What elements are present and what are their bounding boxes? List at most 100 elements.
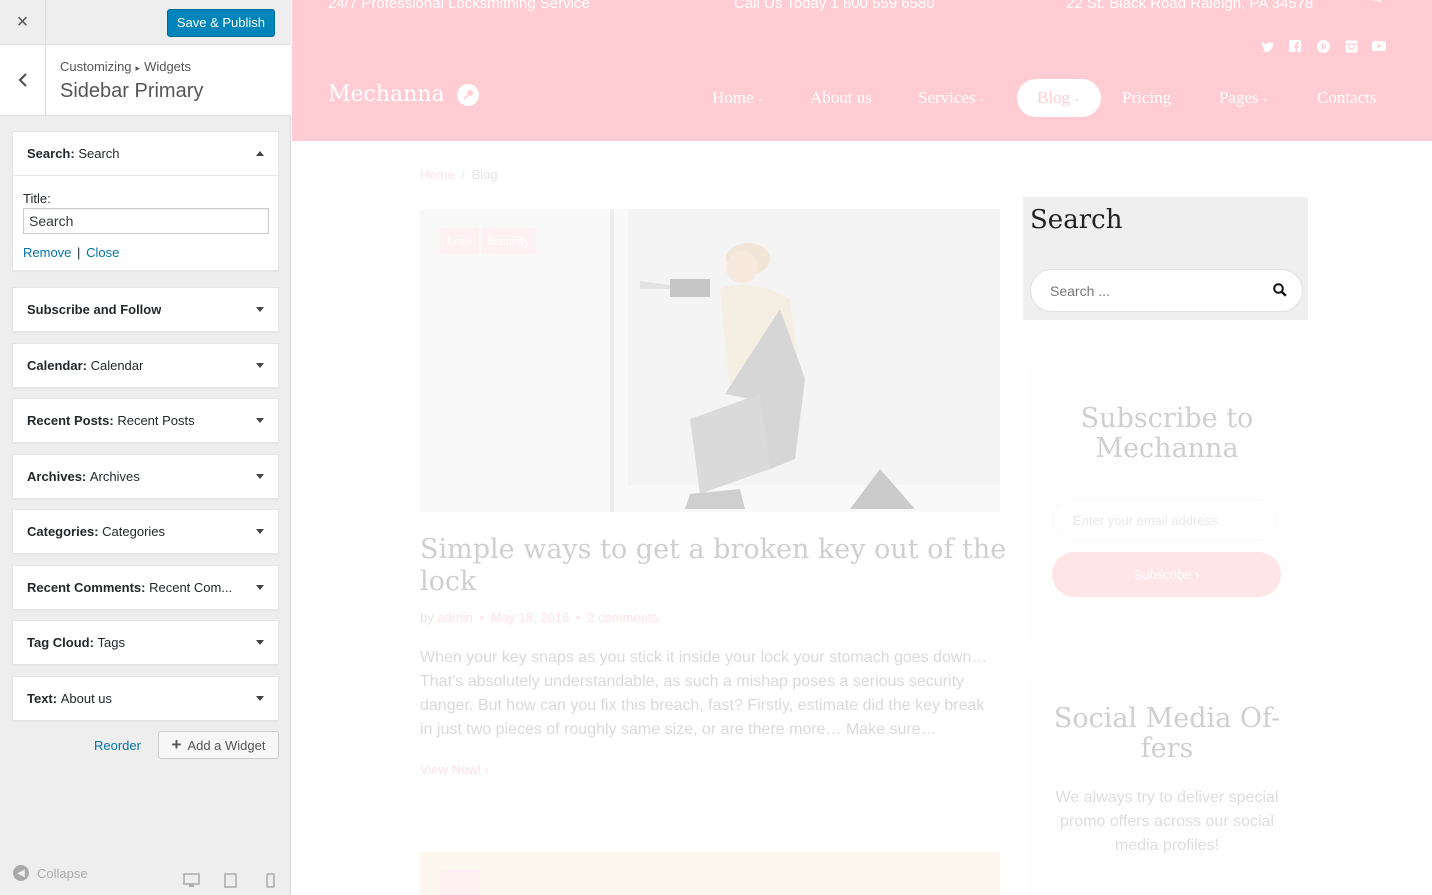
topbar-tagline: 24/7 Professional Locksmithing Service <box>328 0 590 12</box>
expand-arrow-icon[interactable] <box>256 640 264 645</box>
post-comments[interactable]: 2 comments <box>587 610 658 625</box>
main-nav: Home ⌄ About us Services ⌄ Blog ⌄ Pricing P… <box>292 79 1432 117</box>
nav-pricing[interactable]: Pricing <box>1122 79 1171 117</box>
customizer-panel: × Save & Publish Customizing ▸ Widgets Sid… <box>0 0 291 895</box>
subscribe-title: Subscribe to Mechanna <box>1080 403 1254 464</box>
widget-label: Archives: Archives <box>27 469 140 484</box>
nav-home[interactable]: Home ⌄ <box>712 79 764 117</box>
search-icon[interactable] <box>1273 283 1287 297</box>
add-widget-button[interactable]: + Add a Widget <box>158 731 279 759</box>
breadcrumb-separator: ▸ <box>135 63 141 73</box>
expand-arrow-icon[interactable] <box>256 418 264 423</box>
widget-form: Title: Remove | Close <box>13 175 278 270</box>
expand-arrow-icon[interactable] <box>256 696 264 701</box>
collapse-button[interactable]: ◀ Collapse <box>13 865 88 881</box>
chevron-left-icon <box>17 73 27 87</box>
post-author[interactable]: admin <box>437 610 472 625</box>
save-publish-button[interactable]: Save & Publish <box>166 9 275 37</box>
expand-arrow-icon[interactable] <box>256 529 264 534</box>
tag-security[interactable]: Security <box>480 228 537 254</box>
widget-subscribe[interactable]: Subscribe and Follow <box>12 287 279 332</box>
expand-arrow-icon[interactable] <box>256 585 264 590</box>
expand-arrow-icon[interactable] <box>256 474 264 479</box>
close-customizer-button[interactable]: × <box>0 0 46 44</box>
locksmith-illustration <box>640 243 915 509</box>
instagram-icon[interactable] <box>1344 39 1358 53</box>
page-breadcrumb: Home / Blog <box>420 167 498 182</box>
pinterest-icon[interactable] <box>1316 39 1330 53</box>
widget-name: Search <box>78 146 120 161</box>
customizer-footer: ◀ Collapse <box>0 855 291 895</box>
next-post-image[interactable] <box>420 852 1000 895</box>
post-meta: by admin • May 18, 2016 • 2 comments <box>420 610 658 625</box>
customizer-header: × Save & Publish <box>0 0 291 45</box>
subscribe-widget: Subscribe to Mechanna Enter your email a… <box>1027 362 1307 642</box>
post-featured-image[interactable] <box>420 209 1000 512</box>
plus-icon: + <box>171 735 182 754</box>
widget-archives[interactable]: Archives: Archives <box>12 454 279 499</box>
widget-recent-posts[interactable]: Recent Posts: Recent Posts <box>12 398 279 443</box>
facebook-icon[interactable] <box>1288 39 1302 53</box>
nav-services[interactable]: Services ⌄ <box>918 79 986 117</box>
widget-calendar[interactable]: Calendar: Calendar <box>12 343 279 388</box>
post-title[interactable]: Simple ways to get a broken key out of t… <box>420 534 1010 598</box>
search-widget-preview: Search Search ... <box>1023 197 1308 320</box>
topbar-phone: Call Us Today 1 800 559 6580 <box>734 0 935 12</box>
back-button[interactable] <box>0 45 46 115</box>
email-input[interactable]: Enter your email address <box>1052 499 1277 541</box>
breadcrumb-current: Blog <box>471 167 498 182</box>
widget-recent-comments[interactable]: Recent Comments: Recent Com... <box>12 565 279 610</box>
widget-text[interactable]: Text: About us <box>12 676 279 721</box>
widget-header[interactable]: Search: Search <box>13 132 278 175</box>
tag-lock[interactable]: Lock <box>440 228 479 254</box>
close-link[interactable]: Close <box>86 245 119 260</box>
action-separator: | <box>77 245 81 260</box>
topbar-address: 22 St. Black Road Raleigh, PA 34578 <box>1066 0 1314 12</box>
tablet-icon[interactable] <box>224 873 237 888</box>
nav-about[interactable]: About us <box>810 79 872 117</box>
search-icon[interactable] <box>1370 0 1382 4</box>
search-widget-title: Search <box>1030 205 1123 235</box>
social-offers-text: We always try to deliver special promo o… <box>1055 789 1279 854</box>
breadcrumb-root: Customizing <box>60 59 132 74</box>
mobile-icon[interactable] <box>266 873 275 888</box>
post-tags: Lock Security <box>440 228 537 254</box>
meta-by: by <box>420 610 434 625</box>
breadcrumb-home[interactable]: Home <box>420 167 455 182</box>
title-input[interactable] <box>23 208 269 234</box>
collapse-icon: ◀ <box>13 865 29 881</box>
search-input[interactable]: Search ... <box>1030 269 1303 312</box>
twitter-icon[interactable] <box>1260 39 1274 53</box>
post-excerpt: When your key snaps as you stick it insi… <box>420 649 988 738</box>
breadcrumb: Customizing ▸ Widgets <box>60 59 191 74</box>
breadcrumb-child: Widgets <box>144 59 192 74</box>
nav-pages[interactable]: Pages ⌄ <box>1219 79 1269 117</box>
title-label: Title: <box>23 191 51 206</box>
widget-label: Categories: Categories <box>27 524 166 539</box>
post-date[interactable]: May 18, 2016 <box>491 610 570 625</box>
widget-type: Search <box>27 146 71 161</box>
close-icon: × <box>16 10 29 33</box>
remove-link[interactable]: Remove <box>23 245 71 260</box>
youtube-icon[interactable] <box>1372 39 1386 53</box>
social-offers-title: Social Media Of- fers <box>1053 703 1281 764</box>
section-header: Customizing ▸ Widgets Sidebar Primary <box>0 45 291 116</box>
subscribe-button[interactable]: Subscribe › <box>1052 552 1281 597</box>
nav-contacts[interactable]: Contacts <box>1317 79 1377 117</box>
expand-arrow-icon[interactable] <box>256 307 264 312</box>
desktop-icon[interactable] <box>183 873 200 888</box>
reorder-link[interactable]: Reorder <box>94 738 141 753</box>
collapse-arrow-icon[interactable] <box>256 151 264 156</box>
widget-tag-cloud[interactable]: Tag Cloud: Tags <box>12 620 279 665</box>
social-links <box>1260 39 1386 53</box>
widget-label: Tag Cloud: Tags <box>27 635 126 650</box>
breadcrumb-separator: / <box>461 167 465 182</box>
widget-label: Calendar: Calendar <box>27 358 144 373</box>
widget-categories[interactable]: Categories: Categories <box>12 509 279 554</box>
widget-search: Search: Search Title: Remove | Close <box>12 131 279 271</box>
search-placeholder: Search ... <box>1050 283 1110 299</box>
nav-blog[interactable]: Blog ⌄ <box>1017 79 1101 117</box>
widget-actions: Remove | Close <box>23 245 268 260</box>
expand-arrow-icon[interactable] <box>256 363 264 368</box>
read-more-link[interactable]: View Now! › <box>420 762 489 777</box>
